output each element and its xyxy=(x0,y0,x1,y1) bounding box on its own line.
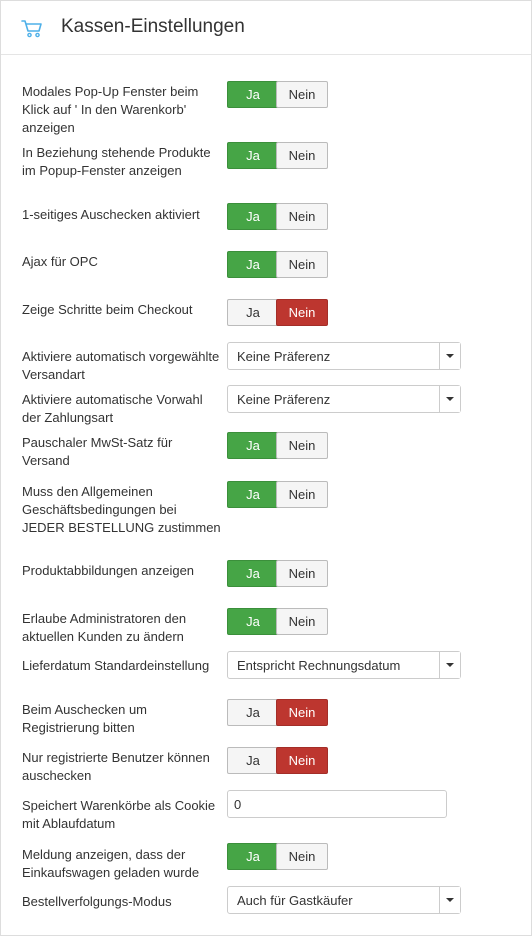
setting-label: Pauschaler MwSt-Satz für Versand xyxy=(22,435,173,468)
yes-button[interactable]: Ja xyxy=(227,432,279,459)
yes-button[interactable]: Ja xyxy=(227,699,279,726)
cart-icon xyxy=(21,19,43,39)
no-button[interactable]: Nein xyxy=(276,560,328,587)
no-button[interactable]: Nein xyxy=(276,432,328,459)
setting-label: Speichert Warenkörbe als Cookie mit Abla… xyxy=(22,798,216,831)
setting-select[interactable]: Keine Präferenz xyxy=(227,342,461,370)
setting-label: Produktabbildungen anzeigen xyxy=(22,563,195,578)
no-button[interactable]: Nein xyxy=(276,299,328,326)
chevron-down-icon[interactable] xyxy=(439,343,460,369)
yes-button[interactable]: Ja xyxy=(227,747,279,774)
setting-select[interactable]: Entspricht Rechnungsdatum xyxy=(227,651,461,679)
chevron-down-icon[interactable] xyxy=(439,652,460,678)
yes-button[interactable]: Ja xyxy=(227,299,279,326)
no-button[interactable]: Nein xyxy=(276,203,328,230)
yes-button[interactable]: Ja xyxy=(227,560,279,587)
setting-label: Aktiviere automatisch vorgewählte Versan… xyxy=(22,349,220,382)
no-button[interactable]: Nein xyxy=(276,81,328,108)
panel-header: Kassen-Einstellungen xyxy=(1,1,531,55)
setting-label: Erlaube Administratoren den aktuellen Ku… xyxy=(22,611,187,644)
yes-button[interactable]: Ja xyxy=(227,81,279,108)
setting-label: 1-seitiges Auschecken aktiviert xyxy=(22,207,200,222)
no-button[interactable]: Nein xyxy=(276,843,328,870)
select-value: Keine Präferenz xyxy=(237,392,331,407)
no-button[interactable]: Nein xyxy=(276,142,328,169)
setting-label: Ajax für OPC xyxy=(22,254,98,269)
yes-button[interactable]: Ja xyxy=(227,481,279,508)
setting-label: Meldung anzeigen, dass der Einkaufswagen… xyxy=(22,847,200,880)
setting-label: Modales Pop-Up Fenster beim Klick auf ' … xyxy=(22,84,199,135)
setting-label: Aktiviere automatische Vorwahl der Zahlu… xyxy=(22,392,203,425)
chevron-down-icon[interactable] xyxy=(439,386,460,412)
checkout-settings-panel: Kassen-Einstellungen Modales Pop-Up Fens… xyxy=(0,0,532,936)
yes-button[interactable]: Ja xyxy=(227,142,279,169)
select-value: Keine Präferenz xyxy=(237,349,331,364)
no-button[interactable]: Nein xyxy=(276,608,328,635)
no-button[interactable]: Nein xyxy=(276,251,328,278)
setting-label: Nur registrierte Benutzer können auschec… xyxy=(22,750,210,783)
yes-button[interactable]: Ja xyxy=(227,608,279,635)
select-value: Entspricht Rechnungsdatum xyxy=(237,658,401,673)
no-button[interactable]: Nein xyxy=(276,747,328,774)
setting-select[interactable]: Keine Präferenz xyxy=(227,385,461,413)
setting-label: Zeige Schritte beim Checkout xyxy=(22,302,193,317)
no-button[interactable]: Nein xyxy=(276,481,328,508)
setting-label: Beim Auschecken um Registrierung bitten xyxy=(22,702,148,735)
setting-label: Muss den Allgemeinen Geschäftsbedingunge… xyxy=(22,484,221,535)
page-title: Kassen-Einstellungen xyxy=(61,16,245,37)
yes-button[interactable]: Ja xyxy=(227,251,279,278)
setting-label: Bestellverfolgungs-Modus xyxy=(22,894,172,909)
setting-label: Lieferdatum Standardeinstellung xyxy=(22,658,210,673)
no-button[interactable]: Nein xyxy=(276,699,328,726)
yes-button[interactable]: Ja xyxy=(227,203,279,230)
yes-button[interactable]: Ja xyxy=(227,843,279,870)
select-value: Auch für Gastkäufer xyxy=(237,893,353,908)
setting-select[interactable]: Auch für Gastkäufer xyxy=(227,886,461,914)
chevron-down-icon[interactable] xyxy=(439,887,460,913)
cookie-expiry-input[interactable] xyxy=(227,790,447,818)
setting-label: In Beziehung stehende Produkte im Popup-… xyxy=(22,145,211,178)
